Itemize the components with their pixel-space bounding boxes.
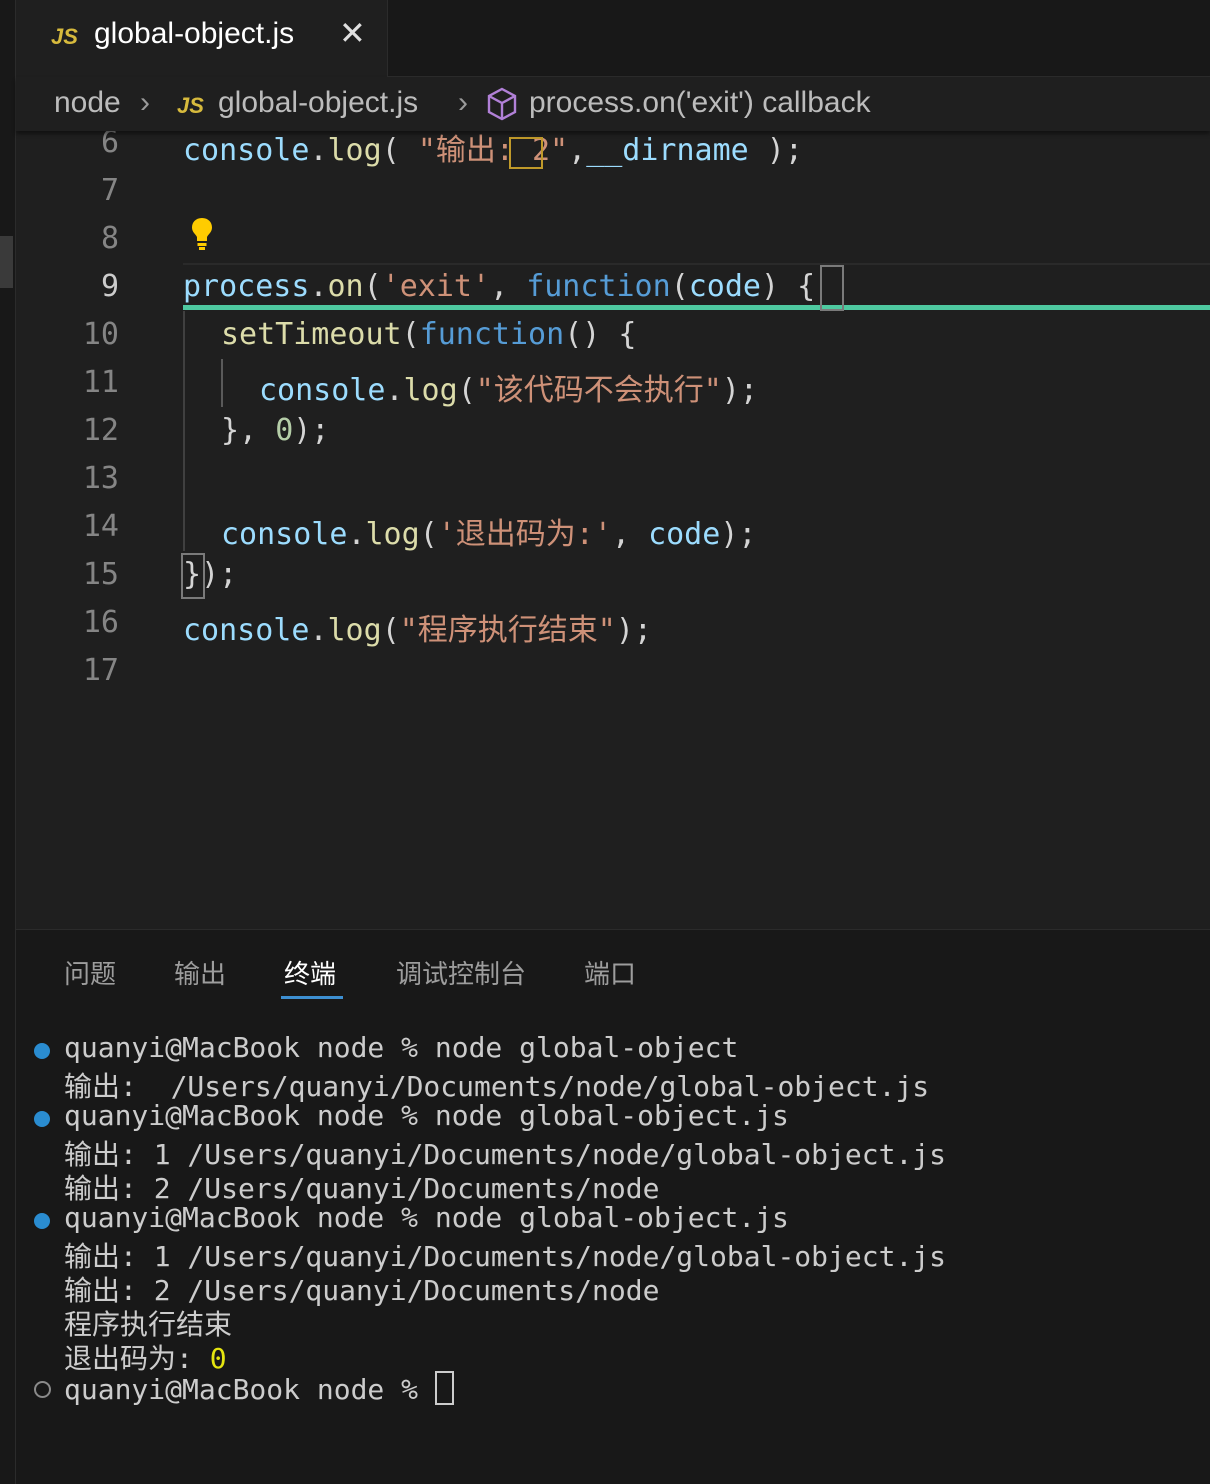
code-line: setTimeout(function() { (221, 317, 637, 352)
tab-debug-console[interactable]: 调试控制台 (396, 954, 526, 991)
line-number: 7 (100, 173, 119, 208)
terminal-prompt[interactable]: quanyi@MacBook node % (64, 1371, 454, 1406)
tab-output[interactable]: 输出 (174, 954, 226, 991)
code-line: process.on('exit', function(code) { (183, 269, 816, 304)
scroll-indicator (0, 236, 13, 288)
tab-global-object-js[interactable]: JS global-object.js ✕ (16, 0, 388, 77)
cursor-highlight-box (509, 137, 543, 169)
line-number: 12 (82, 413, 119, 448)
breadcrumb-symbol[interactable]: process.on('exit') callback (529, 86, 871, 120)
active-tab-underline (281, 996, 343, 999)
tab-problems[interactable]: 问题 (64, 954, 116, 991)
code-line: console.log("程序执行结束"); (183, 613, 652, 648)
terminal-line: quanyi@MacBook node % node global-object (64, 1031, 739, 1064)
line-number: 16 (82, 605, 119, 640)
js-file-icon: JS (177, 93, 204, 118)
code-line: console.log('退出码为:', code); (221, 517, 757, 552)
command-status-dot[interactable] (34, 1111, 50, 1127)
activity-bar-edge (0, 0, 16, 1484)
lightbulb-icon[interactable] (191, 217, 213, 251)
code-line: console.log("该代码不会执行"); (259, 373, 758, 408)
breadcrumb-separator: › (140, 86, 150, 119)
current-line-marker (183, 305, 1210, 310)
line-number: 17 (82, 653, 119, 688)
breadcrumb: node › JS global-object.js › process.on(… (16, 77, 1210, 131)
prompt-status-dot (34, 1381, 51, 1398)
bottom-panel: 问题 输出 终端 调试控制台 端口 quanyi@MacBook node % … (16, 929, 1210, 1484)
line-number: 13 (82, 461, 119, 496)
editor-tab-bar: JS global-object.js ✕ (16, 0, 1210, 77)
js-file-icon: JS (51, 24, 78, 49)
cube-icon (486, 87, 518, 126)
line-number: 10 (82, 317, 119, 352)
terminal-cursor (434, 1371, 454, 1405)
command-status-dot[interactable] (34, 1213, 50, 1229)
terminal-line: quanyi@MacBook node % node global-object… (64, 1099, 789, 1132)
close-icon[interactable]: ✕ (339, 14, 366, 52)
tab-label: global-object.js (94, 17, 295, 50)
line-number: 15 (82, 557, 119, 592)
breadcrumb-file[interactable]: global-object.js (218, 86, 418, 120)
code-line: console.log( "输出: 2",__dirname ); (183, 133, 803, 168)
line-number-active: 9 (100, 269, 119, 304)
breadcrumb-separator: › (458, 86, 468, 119)
code-editor[interactable]: 6 7 8 9 10 11 12 13 14 15 16 17 console.… (16, 131, 1210, 926)
code-line: }, 0); (221, 413, 330, 448)
line-number: 6 (100, 131, 119, 160)
breadcrumb-folder[interactable]: node (54, 86, 121, 120)
terminal-line: quanyi@MacBook node % node global-object… (64, 1201, 789, 1234)
bracket-match-box (820, 265, 844, 311)
indent-guide (221, 359, 223, 407)
line-number: 11 (82, 365, 119, 400)
line-number: 14 (82, 509, 119, 544)
tab-terminal[interactable]: 终端 (284, 954, 336, 991)
indent-guide (183, 311, 185, 551)
tab-ports[interactable]: 端口 (584, 954, 636, 991)
line-number: 8 (100, 221, 119, 256)
bracket-match-box (181, 553, 205, 599)
command-status-dot[interactable] (34, 1043, 50, 1059)
